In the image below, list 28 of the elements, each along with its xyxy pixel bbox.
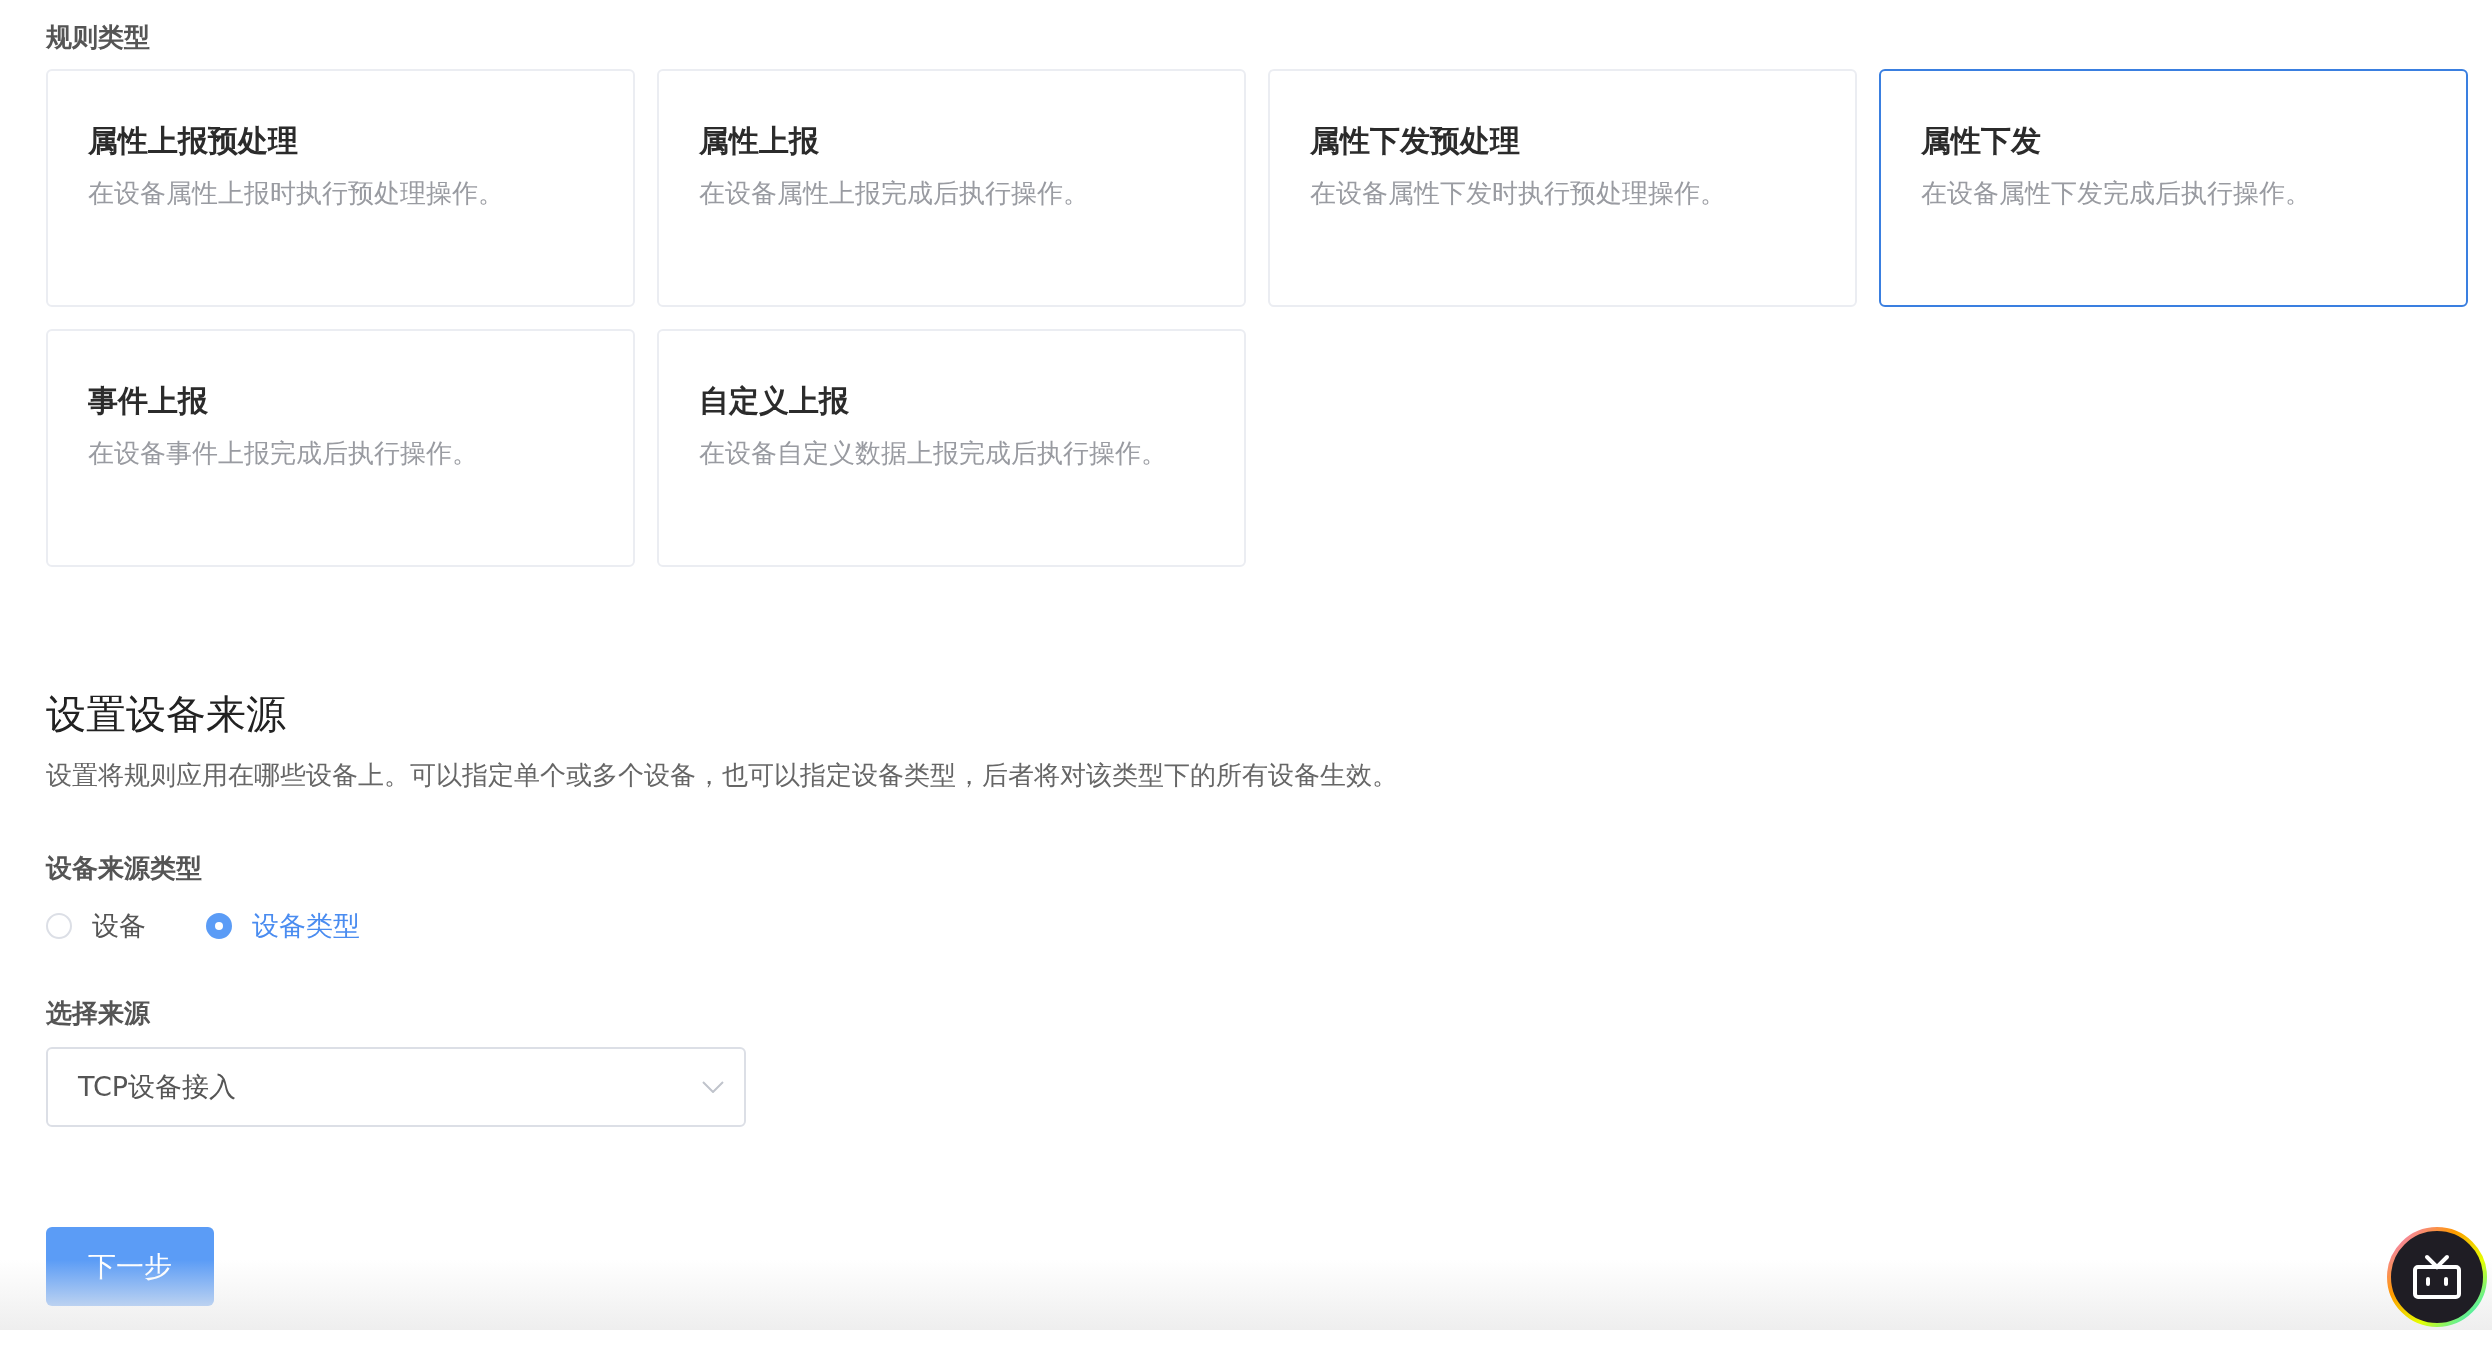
rule-type-card[interactable]: 属性上报 在设备属性上报完成后执行操作。 [657,69,1246,307]
field-label: 选择来源 [46,997,150,1030]
field-label: 设备来源类型 [46,852,202,885]
card-title: 自定义上报 [699,382,850,420]
rule-type-card[interactable]: 自定义上报 在设备自定义数据上报完成后执行操作。 [657,329,1246,567]
rule-type-card[interactable]: 属性上报预处理 在设备属性上报时执行预处理操作。 [46,69,635,307]
source-select[interactable]: TCP设备接入 [46,1047,746,1127]
chevron-down-icon [702,1081,724,1093]
card-title: 事件上报 [88,382,209,420]
card-description: 在设备属性上报完成后执行操作。 [699,177,1090,210]
card-title: 属性上报预处理 [88,122,299,160]
card-description: 在设备属性上报时执行预处理操作。 [88,177,505,210]
card-title: 属性上报 [699,122,820,160]
rule-type-card[interactable]: 事件上报 在设备事件上报完成后执行操作。 [46,329,635,567]
radio-button[interactable] [206,913,232,939]
rule-type-card[interactable]: 属性下发预处理 在设备属性下发时执行预处理操作。 [1268,69,1857,307]
card-description: 在设备属性下发完成后执行操作。 [1921,177,2312,210]
section-title: 设置设备来源 [46,690,286,739]
card-title: 属性下发 [1921,122,2042,160]
card-title: 属性下发预处理 [1310,122,1521,160]
field-label: 规则类型 [46,21,151,54]
rule-type-card[interactable]: 属性下发 在设备属性下发完成后执行操作。 [1879,69,2468,307]
card-description: 在设备事件上报完成后执行操作。 [88,437,479,470]
card-description: 在设备自定义数据上报完成后执行操作。 [699,437,1168,470]
tv-icon[interactable] [2387,1227,2487,1327]
card-description: 在设备属性下发时执行预处理操作。 [1310,177,1727,210]
section-description: 设置将规则应用在哪些设备上。可以指定单个或多个设备，也可以指定设备类型，后者将对该类型下的所有设备生效。 [46,759,1398,792]
radio-option[interactable]: 设备 [46,908,146,944]
